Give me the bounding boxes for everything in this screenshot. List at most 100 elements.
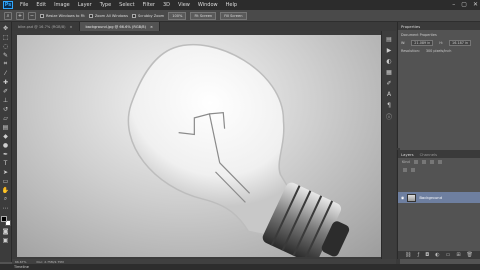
character-panel-icon[interactable]: A bbox=[385, 90, 393, 98]
tab-properties[interactable]: Properties bbox=[401, 24, 420, 29]
shape-tool-icon[interactable]: ▭ bbox=[2, 177, 10, 185]
timeline-label[interactable]: Timeline bbox=[14, 265, 29, 269]
minimize-button[interactable]: – bbox=[452, 1, 455, 8]
zoom-all-windows-checkbox[interactable]: Zoom All Windows bbox=[88, 13, 128, 18]
quick-select-tool-icon[interactable]: ✎ bbox=[2, 51, 10, 59]
close-icon[interactable]: × bbox=[150, 25, 153, 29]
options-bar: ⌕ + − Resize Windows to Fit Zoom All Win… bbox=[0, 10, 480, 22]
fx-icon[interactable]: ƒ bbox=[417, 252, 419, 258]
resolution-label: Resolution: bbox=[401, 49, 420, 53]
fill-screen-button[interactable]: Fill Screen bbox=[220, 11, 247, 20]
scrubby-zoom-checkbox[interactable]: Scrubby Zoom bbox=[131, 13, 164, 18]
gradient-tool-icon[interactable]: ▤ bbox=[2, 123, 10, 131]
resize-windows-checkbox[interactable]: Resize Windows to Fit bbox=[40, 13, 85, 18]
blur-tool-icon[interactable]: ◆ bbox=[2, 132, 10, 140]
properties-title: Document Properties bbox=[401, 33, 437, 37]
menu-type[interactable]: Type bbox=[96, 2, 115, 8]
mask-icon[interactable]: ◘ bbox=[425, 252, 429, 258]
foreground-color-swatch[interactable] bbox=[0, 216, 7, 222]
adjustments-panel-icon[interactable]: ◐ bbox=[385, 57, 393, 65]
info-panel-icon[interactable]: ⓘ bbox=[385, 112, 393, 121]
dodge-tool-icon[interactable]: ● bbox=[2, 141, 10, 149]
menu-layer[interactable]: Layer bbox=[74, 2, 96, 8]
menu-window[interactable]: Window bbox=[194, 2, 222, 8]
link-icon[interactable]: ⛓ bbox=[405, 252, 411, 258]
stamp-tool-icon[interactable]: ⊥ bbox=[2, 96, 10, 104]
layers-footer: ⛓ ƒ ◘ ◐ ▭ ⊞ 🗑 bbox=[398, 251, 480, 259]
menu-select[interactable]: Select bbox=[115, 2, 138, 8]
menu-help[interactable]: Help bbox=[222, 2, 241, 8]
menu-image[interactable]: Image bbox=[50, 2, 74, 8]
tab-layers[interactable]: Layers bbox=[401, 152, 414, 157]
properties-panel-header: Properties bbox=[398, 22, 480, 30]
zoom-out-icon[interactable]: − bbox=[28, 11, 36, 20]
menu-view[interactable]: View bbox=[174, 2, 194, 8]
close-icon[interactable]: × bbox=[70, 25, 73, 29]
zoom-100-button[interactable]: 100% bbox=[168, 11, 187, 20]
opacity-field[interactable] bbox=[411, 168, 415, 172]
height-field[interactable]: 16.187 in bbox=[449, 40, 472, 46]
blend-mode-dropdown[interactable] bbox=[403, 168, 407, 172]
folder-icon[interactable]: ▭ bbox=[446, 252, 451, 258]
canvas-area[interactable] bbox=[12, 31, 396, 259]
pen-tool-icon[interactable]: ✒ bbox=[2, 150, 10, 158]
move-tool-icon[interactable]: ✥ bbox=[2, 24, 10, 32]
photoshop-logo: Ps bbox=[3, 1, 13, 9]
lasso-tool-icon[interactable]: ◌ bbox=[2, 42, 10, 50]
eraser-tool-icon[interactable]: ▱ bbox=[2, 114, 10, 122]
visibility-eye-icon[interactable]: ◉ bbox=[401, 195, 404, 200]
brush-tool-icon[interactable]: ✐ bbox=[2, 87, 10, 95]
type-filter-icon[interactable] bbox=[429, 160, 434, 164]
menu-file[interactable]: File bbox=[16, 2, 32, 8]
layer-blend-bar bbox=[398, 166, 480, 174]
color-swatches[interactable] bbox=[0, 216, 11, 226]
adjustment-layer-icon[interactable]: ◐ bbox=[435, 252, 439, 258]
path-select-tool-icon[interactable]: ➤ bbox=[2, 168, 10, 176]
menu-filter[interactable]: Filter bbox=[139, 2, 159, 8]
tab-channels[interactable]: Channels bbox=[420, 152, 438, 157]
window-controls: – ▢ ✕ bbox=[452, 1, 478, 8]
tab-bike[interactable]: bike.psd @ 16.7% (RGB/8) × bbox=[12, 22, 80, 31]
actions-panel-icon[interactable]: ▶ bbox=[385, 46, 393, 54]
brush-panel-icon[interactable]: ✐ bbox=[385, 79, 393, 87]
width-label: W: bbox=[401, 41, 406, 45]
swatches-panel-icon[interactable]: ▦ bbox=[385, 68, 393, 76]
layer-row-background[interactable]: ◉ Background bbox=[398, 192, 480, 203]
hand-tool-icon[interactable]: ✋ bbox=[2, 186, 10, 194]
kind-filter[interactable]: Kind bbox=[402, 160, 410, 164]
zoom-tool-icon[interactable]: ⌕ bbox=[4, 11, 12, 20]
quick-mask-icon[interactable]: ◙ bbox=[2, 227, 10, 235]
close-button[interactable]: ✕ bbox=[473, 1, 478, 8]
doc-size: Doc: 2.75M/2.75M bbox=[36, 259, 64, 264]
crop-tool-icon[interactable]: ⌗ bbox=[2, 60, 10, 68]
type-tool-icon[interactable]: T bbox=[2, 159, 10, 167]
more-tools-icon[interactable]: ⋯ bbox=[2, 204, 10, 212]
menu-bar: Ps File Edit Image Layer Type Select Fil… bbox=[0, 0, 480, 10]
pixel-filter-icon[interactable] bbox=[413, 160, 418, 164]
shape-filter-icon[interactable] bbox=[437, 160, 442, 164]
document-canvas[interactable] bbox=[17, 35, 391, 259]
history-brush-tool-icon[interactable]: ↺ bbox=[2, 105, 10, 113]
history-panel-icon[interactable]: ▤ bbox=[385, 35, 393, 43]
eyedropper-tool-icon[interactable]: ⁄ bbox=[2, 69, 10, 77]
resolution-value: 300 pixels/inch bbox=[425, 49, 452, 53]
properties-panel: Properties Document Properties W: 21.089… bbox=[397, 22, 480, 148]
fit-screen-button[interactable]: Fit Screen bbox=[190, 11, 217, 20]
zoom-tool-icon[interactable]: ⌕ bbox=[2, 195, 10, 203]
screen-mode-icon[interactable]: ▣ bbox=[2, 236, 10, 244]
layers-panel: Layers Channels Kind ◉ Background ⛓ ƒ ◘ … bbox=[397, 150, 480, 259]
menu-3d[interactable]: 3D bbox=[159, 2, 174, 8]
document-tabs: bike.psd @ 16.7% (RGB/8) × background.jpg… bbox=[12, 22, 396, 31]
menu-edit[interactable]: Edit bbox=[32, 2, 50, 8]
zoom-level[interactable]: 66.67% bbox=[15, 260, 26, 264]
marquee-tool-icon[interactable]: ⬚ bbox=[2, 33, 10, 41]
zoom-in-icon[interactable]: + bbox=[16, 11, 24, 20]
trash-icon[interactable]: 🗑 bbox=[467, 252, 473, 258]
width-field[interactable]: 21.089 in bbox=[411, 40, 434, 46]
paragraph-panel-icon[interactable]: ¶ bbox=[385, 101, 393, 109]
tab-background[interactable]: background.jpg @ 66.6% (RGB/8) × bbox=[79, 22, 160, 31]
maximize-button[interactable]: ▢ bbox=[461, 1, 467, 8]
adjustment-filter-icon[interactable] bbox=[421, 160, 426, 164]
new-layer-icon[interactable]: ⊞ bbox=[456, 252, 460, 258]
healing-tool-icon[interactable]: ✚ bbox=[2, 78, 10, 86]
